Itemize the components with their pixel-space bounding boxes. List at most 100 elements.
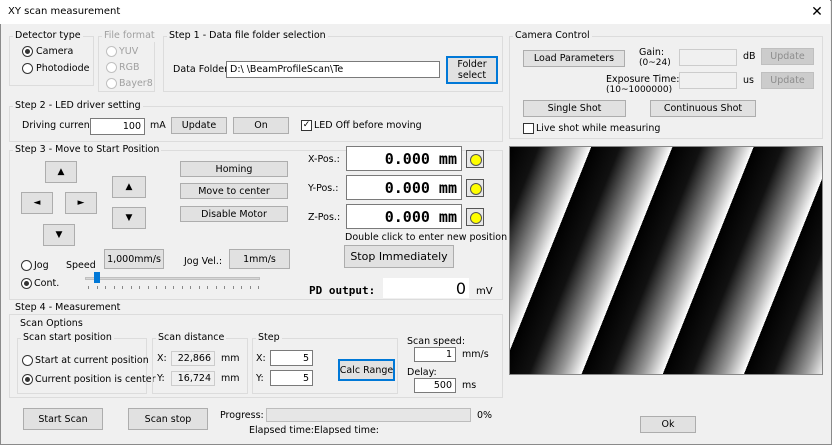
step1-label: Step 1 - Data file folder selection — [167, 30, 328, 42]
jog-vel-label: Jog Vel.: — [184, 256, 223, 267]
bayer8-radio[interactable] — [106, 78, 117, 89]
title-bar: XY scan measurement ✕ — [0, 0, 830, 24]
slider-tick — [130, 286, 132, 289]
photodiode-radio-label: Photodiode — [36, 63, 90, 74]
driving-current-unit: mA — [150, 120, 166, 131]
led-update-button[interactable]: Update — [171, 117, 227, 134]
cont-radio[interactable] — [21, 278, 32, 289]
triangle-up-icon: ▲ — [125, 182, 133, 192]
x-status-led-icon — [466, 150, 484, 168]
arrow-left-button[interactable]: ◄ — [21, 192, 53, 214]
slider-tick — [173, 286, 174, 289]
slider-tick — [207, 286, 208, 289]
disable-motor-button[interactable]: Disable Motor — [180, 206, 288, 222]
y-pos-display[interactable]: 0.000 mm — [346, 175, 462, 200]
z-pos-display[interactable]: 0.000 mm — [346, 204, 462, 229]
driving-current-input[interactable]: 100 — [90, 118, 145, 135]
calc-range-button[interactable]: Calc Range — [338, 359, 395, 381]
gain-update-button[interactable]: Update — [761, 48, 814, 65]
slider-tick — [139, 286, 140, 289]
homing-button[interactable]: Homing — [180, 161, 288, 177]
gain-range: (0~24) — [639, 58, 671, 68]
triangle-down-icon: ▼ — [125, 213, 133, 223]
arrow-right-button[interactable]: ► — [65, 192, 97, 214]
progress-bar — [266, 408, 471, 422]
distance-x-value: 22,866 — [171, 351, 215, 366]
step-y-input[interactable]: 5 — [270, 370, 313, 386]
scan-speed-unit: mm/s — [462, 349, 489, 360]
photodiode-radio[interactable] — [22, 63, 33, 74]
move-to-center-button[interactable]: Move to center — [180, 183, 288, 199]
folder-select-button[interactable]: Folder select — [446, 56, 498, 84]
jog-radio[interactable] — [21, 260, 32, 271]
progress-percent: 0% — [477, 410, 493, 421]
step-x-input[interactable]: 5 — [270, 350, 313, 366]
slider-tick — [224, 286, 225, 289]
folder-input[interactable]: D:\ \BeamProfileScan\Te — [226, 61, 440, 78]
exposure-unit: us — [743, 75, 754, 86]
current-center-label: Current position is center — [35, 374, 156, 385]
led-on-button[interactable]: On — [233, 117, 289, 134]
continuous-shot-button[interactable]: Continuous Shot — [650, 100, 756, 117]
close-icon[interactable]: ✕ — [806, 3, 828, 21]
camera-radio[interactable] — [22, 46, 33, 57]
cont-label: Cont. — [34, 278, 60, 289]
slider-tick — [96, 286, 98, 289]
scan-stop-button[interactable]: Scan stop — [128, 408, 208, 430]
file-format-label: File format — [102, 30, 157, 42]
start-current-radio[interactable] — [22, 355, 33, 366]
exposure-range: (10~1000000) — [606, 85, 673, 95]
distance-x-unit: mm — [221, 353, 240, 364]
distance-y-label: Y: — [157, 373, 165, 384]
stop-immediately-button[interactable]: Stop Immediately — [344, 245, 454, 268]
start-scan-button[interactable]: Start Scan — [23, 408, 103, 430]
slider-tick — [249, 286, 251, 289]
pd-output-value: 0 — [382, 277, 470, 299]
window-title: XY scan measurement — [8, 6, 121, 17]
speed-slider-ticks — [88, 286, 260, 290]
single-shot-button[interactable]: Single Shot — [523, 100, 626, 117]
load-parameters-button[interactable]: Load Parameters — [523, 50, 625, 67]
triangle-down-icon: ▼ — [55, 230, 63, 240]
speed-slider-track[interactable] — [85, 277, 260, 280]
elapsed-time-label: Elapsed time: — [249, 425, 315, 436]
gain-input[interactable] — [679, 49, 737, 66]
slider-tick — [215, 286, 217, 289]
delay-input[interactable]: 500 — [414, 378, 456, 393]
detector-group-label: Detector type — [13, 30, 83, 42]
bayer8-label: Bayer8 — [119, 78, 153, 89]
step3-label: Step 3 - Move to Start Position — [13, 144, 162, 156]
scan-speed-input[interactable]: 1 — [414, 347, 456, 362]
step4-label: Step 4 - Measurement — [13, 302, 123, 314]
x-pos-display[interactable]: 0.000 mm — [346, 146, 462, 171]
slider-tick — [147, 286, 149, 289]
z-up-button[interactable]: ▲ — [112, 176, 146, 198]
slider-tick — [258, 286, 259, 289]
led-off-checkbox[interactable]: ✓ — [301, 120, 312, 131]
triangle-right-icon: ► — [77, 198, 85, 208]
arrow-up-button[interactable]: ▲ — [45, 161, 77, 183]
z-status-led-icon — [466, 208, 484, 226]
triangle-up-icon: ▲ — [57, 167, 65, 177]
exposure-input[interactable] — [679, 72, 737, 89]
speed-slider-thumb[interactable] — [93, 272, 100, 283]
z-down-button[interactable]: ▼ — [112, 207, 146, 229]
live-shot-checkbox[interactable] — [523, 123, 534, 134]
arrow-down-button[interactable]: ▼ — [43, 224, 75, 246]
camera-radio-label: Camera — [36, 46, 74, 57]
slider-tick — [164, 286, 166, 289]
current-center-radio[interactable] — [22, 374, 33, 385]
detector-group — [9, 36, 94, 86]
yuv-radio[interactable] — [106, 46, 117, 57]
rgb-radio[interactable] — [106, 62, 117, 73]
exposure-update-button[interactable]: Update — [761, 72, 814, 89]
elapsed-time-value: Elapsed time: — [314, 425, 380, 436]
pd-output-label: PD output: — [309, 284, 376, 297]
start-current-label: Start at current position — [35, 355, 149, 366]
delay-unit: ms — [462, 380, 477, 391]
speed-value-button[interactable]: 1,000mm/s — [104, 249, 164, 269]
ok-button[interactable]: Ok — [640, 416, 696, 433]
progress-label: Progress: — [220, 410, 264, 421]
led-off-label: LED Off before moving — [314, 120, 422, 131]
jog-vel-button[interactable]: 1mm/s — [229, 249, 290, 269]
